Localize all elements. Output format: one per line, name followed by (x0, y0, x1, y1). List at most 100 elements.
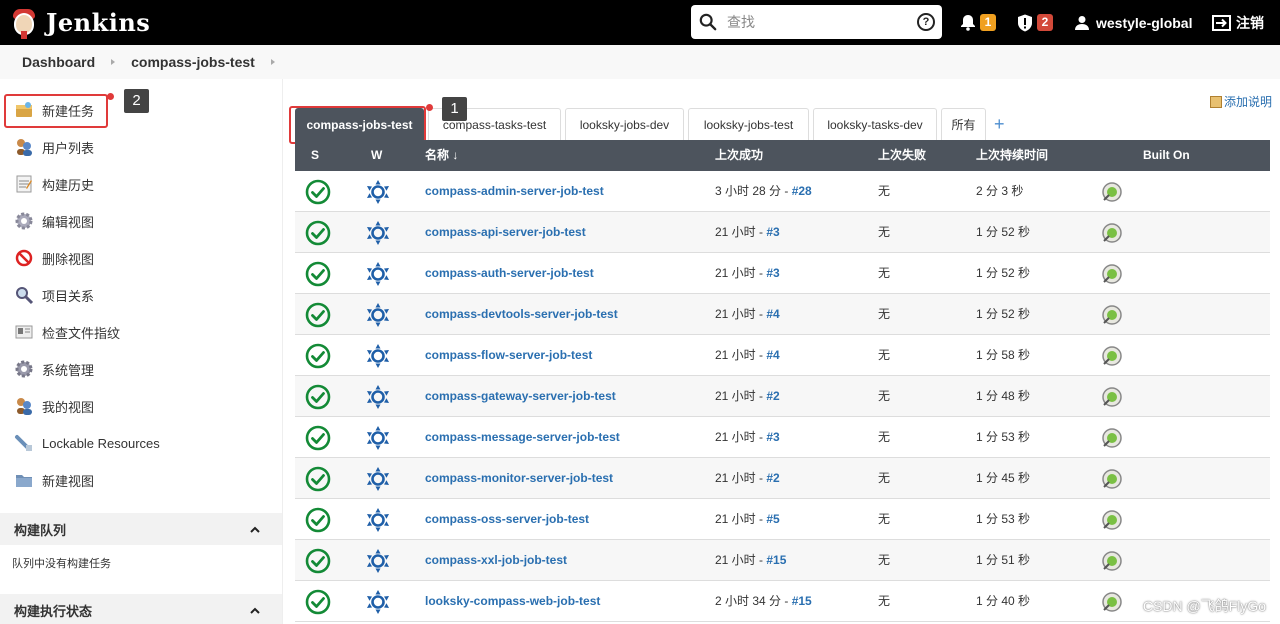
sidebar-item-edit-view[interactable]: 编辑视图 (14, 210, 94, 232)
help-icon[interactable]: ? (917, 13, 935, 31)
build-number-link[interactable]: #3 (766, 266, 779, 280)
tab-all[interactable]: 所有 (941, 108, 986, 140)
sidebar-item-manage-jenkins[interactable]: 系统管理 (14, 358, 94, 380)
job-name-link[interactable]: compass-devtools-server-job-test (425, 307, 618, 321)
success-check-icon (305, 466, 331, 492)
brand-name: Jenkins (46, 8, 151, 37)
col-built-on-header[interactable]: Built On (1143, 140, 1190, 171)
col-weather-header[interactable]: W (371, 140, 382, 171)
security-button[interactable]: 2 (1017, 0, 1053, 45)
build-number-link[interactable]: #2 (766, 471, 779, 485)
console-output-icon[interactable] (1101, 181, 1123, 203)
last-failure-cell: 无 (878, 471, 891, 485)
job-name-link[interactable]: compass-auth-server-job-test (425, 266, 594, 280)
console-output-icon[interactable] (1101, 550, 1123, 572)
jenkins-butler-icon (10, 7, 38, 39)
build-number-link[interactable]: #5 (766, 512, 779, 526)
table-row: compass-xxl-job-job-test 21 小时 - #15 无 1 分 … (295, 540, 1270, 581)
last-success-cell: 3 小时 28 分 - #28 (715, 171, 812, 212)
add-description-link[interactable]: 添加说明 (1210, 93, 1272, 110)
chevron-up-icon[interactable] (250, 606, 260, 616)
sidebar-item-lockable-resources[interactable]: Lockable Resources (14, 432, 160, 454)
console-output-icon[interactable] (1101, 386, 1123, 408)
logout-button[interactable]: 注销 (1212, 0, 1264, 45)
executor-status-header[interactable]: 构建执行状态 (0, 594, 282, 624)
tab-looksky-tasks-dev[interactable]: looksky-tasks-dev (813, 108, 937, 140)
security-count-badge: 2 (1037, 14, 1053, 31)
jenkins-logo[interactable]: Jenkins (10, 0, 150, 45)
last-failure-cell: 无 (878, 594, 891, 608)
col-status-header[interactable]: S (311, 140, 319, 171)
col-last-success-header[interactable]: 上次成功 (715, 140, 763, 171)
weather-sunny-icon (367, 467, 389, 491)
build-number-link[interactable]: #15 (792, 594, 812, 608)
breadcrumb-dashboard[interactable]: Dashboard (22, 54, 95, 70)
breadcrumb-current-view[interactable]: compass-jobs-test (131, 54, 255, 70)
build-number-link[interactable]: #28 (792, 184, 812, 198)
lock-icon (15, 435, 32, 451)
job-name-link[interactable]: compass-monitor-server-job-test (425, 471, 613, 485)
job-name-link[interactable]: looksky-compass-web-job-test (425, 594, 600, 608)
sidebar-item-users[interactable]: 用户列表 (14, 136, 94, 158)
sidebar-item-new-view[interactable]: 新建视图 (14, 469, 94, 491)
weather-sunny-icon (367, 549, 389, 573)
last-failure-cell: 无 (878, 553, 891, 567)
build-queue-header[interactable]: 构建队列 (0, 513, 282, 545)
job-name-link[interactable]: compass-api-server-job-test (425, 225, 586, 239)
sidebar-item-fingerprint[interactable]: 检查文件指纹 (14, 321, 120, 343)
last-failure-cell: 无 (878, 307, 891, 321)
last-duration-cell: 2 分 3 秒 (976, 184, 1024, 198)
breadcrumb-separator-icon[interactable] (269, 58, 277, 66)
job-name-link[interactable]: compass-message-server-job-test (425, 430, 620, 444)
breadcrumb: Dashboard compass-jobs-test (0, 45, 1280, 79)
search-box[interactable]: ? (691, 5, 942, 39)
console-output-icon[interactable] (1101, 427, 1123, 449)
job-name-link[interactable]: compass-flow-server-job-test (425, 348, 592, 362)
weather-sunny-icon (367, 303, 389, 327)
build-number-link[interactable]: #2 (766, 389, 779, 403)
console-output-icon[interactable] (1101, 591, 1123, 613)
build-number-link[interactable]: #3 (766, 225, 779, 239)
table-row: compass-gateway-server-job-test 21 小时 - #… (295, 376, 1270, 417)
console-output-icon[interactable] (1101, 345, 1123, 367)
last-duration-cell: 1 分 52 秒 (976, 225, 1031, 239)
build-number-link[interactable]: #4 (766, 348, 779, 362)
sidebar-item-build-history[interactable]: 构建历史 (14, 173, 94, 195)
last-success-time: 21 小时 - (715, 389, 767, 403)
last-duration-cell: 1 分 58 秒 (976, 348, 1031, 362)
last-failure-cell: 无 (878, 430, 891, 444)
sidebar-item-delete-view[interactable]: 删除视图 (14, 247, 94, 269)
console-output-icon[interactable] (1101, 304, 1123, 326)
annotation-marker (107, 93, 114, 100)
sidebar-item-project-relationship[interactable]: 项目关系 (14, 284, 94, 306)
tab-looksky-jobs-test[interactable]: looksky-jobs-test (688, 108, 809, 140)
sidebar-item-label: 编辑视图 (42, 214, 95, 230)
col-last-failure-header[interactable]: 上次失败 (878, 140, 926, 171)
user-menu[interactable]: westyle-global (1074, 0, 1192, 45)
last-success-cell: 2 小时 34 分 - #15 (715, 581, 812, 622)
console-output-icon[interactable] (1101, 222, 1123, 244)
col-name-header[interactable]: 名称 ↓ (425, 140, 458, 171)
search-input[interactable] (727, 14, 907, 30)
build-number-link[interactable]: #3 (766, 430, 779, 444)
job-name-link[interactable]: compass-oss-server-job-test (425, 512, 589, 526)
sidebar-item-my-views[interactable]: 我的视图 (14, 395, 94, 417)
console-output-icon[interactable] (1101, 509, 1123, 531)
job-name-link[interactable]: compass-admin-server-job-test (425, 184, 604, 198)
job-name-link[interactable]: compass-xxl-job-job-test (425, 553, 567, 567)
notifications-button[interactable]: 1 (960, 0, 996, 45)
tab-looksky-jobs-dev[interactable]: looksky-jobs-dev (565, 108, 684, 140)
weather-sunny-icon (367, 180, 389, 204)
console-output-icon[interactable] (1101, 263, 1123, 285)
col-last-duration-header[interactable]: 上次持续时间 (976, 140, 1048, 171)
build-number-link[interactable]: #15 (766, 553, 786, 567)
build-number-link[interactable]: #4 (766, 307, 779, 321)
jobs-table: S W 名称 ↓ 上次成功 上次失败 上次持续时间 Built On compa… (295, 140, 1270, 622)
last-success-cell: 21 小时 - #3 (715, 417, 780, 458)
job-name-link[interactable]: compass-gateway-server-job-test (425, 389, 616, 403)
add-view-plus-icon[interactable]: + (994, 114, 1005, 135)
console-output-icon[interactable] (1101, 468, 1123, 490)
chevron-up-icon[interactable] (250, 525, 260, 535)
breadcrumb-separator-icon (109, 58, 117, 66)
gear-icon (15, 360, 33, 378)
